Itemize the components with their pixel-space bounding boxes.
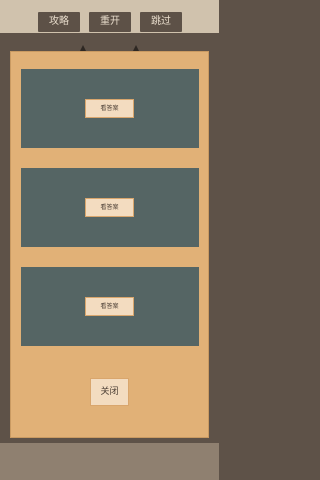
restart-button[interactable]: 重开 xyxy=(89,12,131,32)
answer-card-3: 看答案 xyxy=(21,267,199,346)
view-answer-button-3[interactable]: 看答案 xyxy=(85,297,134,316)
skip-button[interactable]: 跳过 xyxy=(140,12,182,32)
guide-button[interactable]: 攻略 xyxy=(38,12,80,32)
triangle-up-icon xyxy=(133,45,139,51)
top-toolbar: 攻略 重开 跳过 xyxy=(0,0,219,33)
bottom-band xyxy=(0,443,219,480)
view-answer-button-2[interactable]: 看答案 xyxy=(85,198,134,217)
close-button[interactable]: 关闭 xyxy=(90,378,129,406)
triangle-up-icon xyxy=(80,45,86,51)
answer-card-1: 看答案 xyxy=(21,69,199,148)
game-screen: 攻略 重开 跳过 看答案 看答案 看答案 关闭 xyxy=(0,0,219,480)
view-answer-button-1[interactable]: 看答案 xyxy=(85,99,134,118)
answer-panel: 看答案 看答案 看答案 关闭 xyxy=(11,52,208,437)
answer-card-2: 看答案 xyxy=(21,168,199,247)
